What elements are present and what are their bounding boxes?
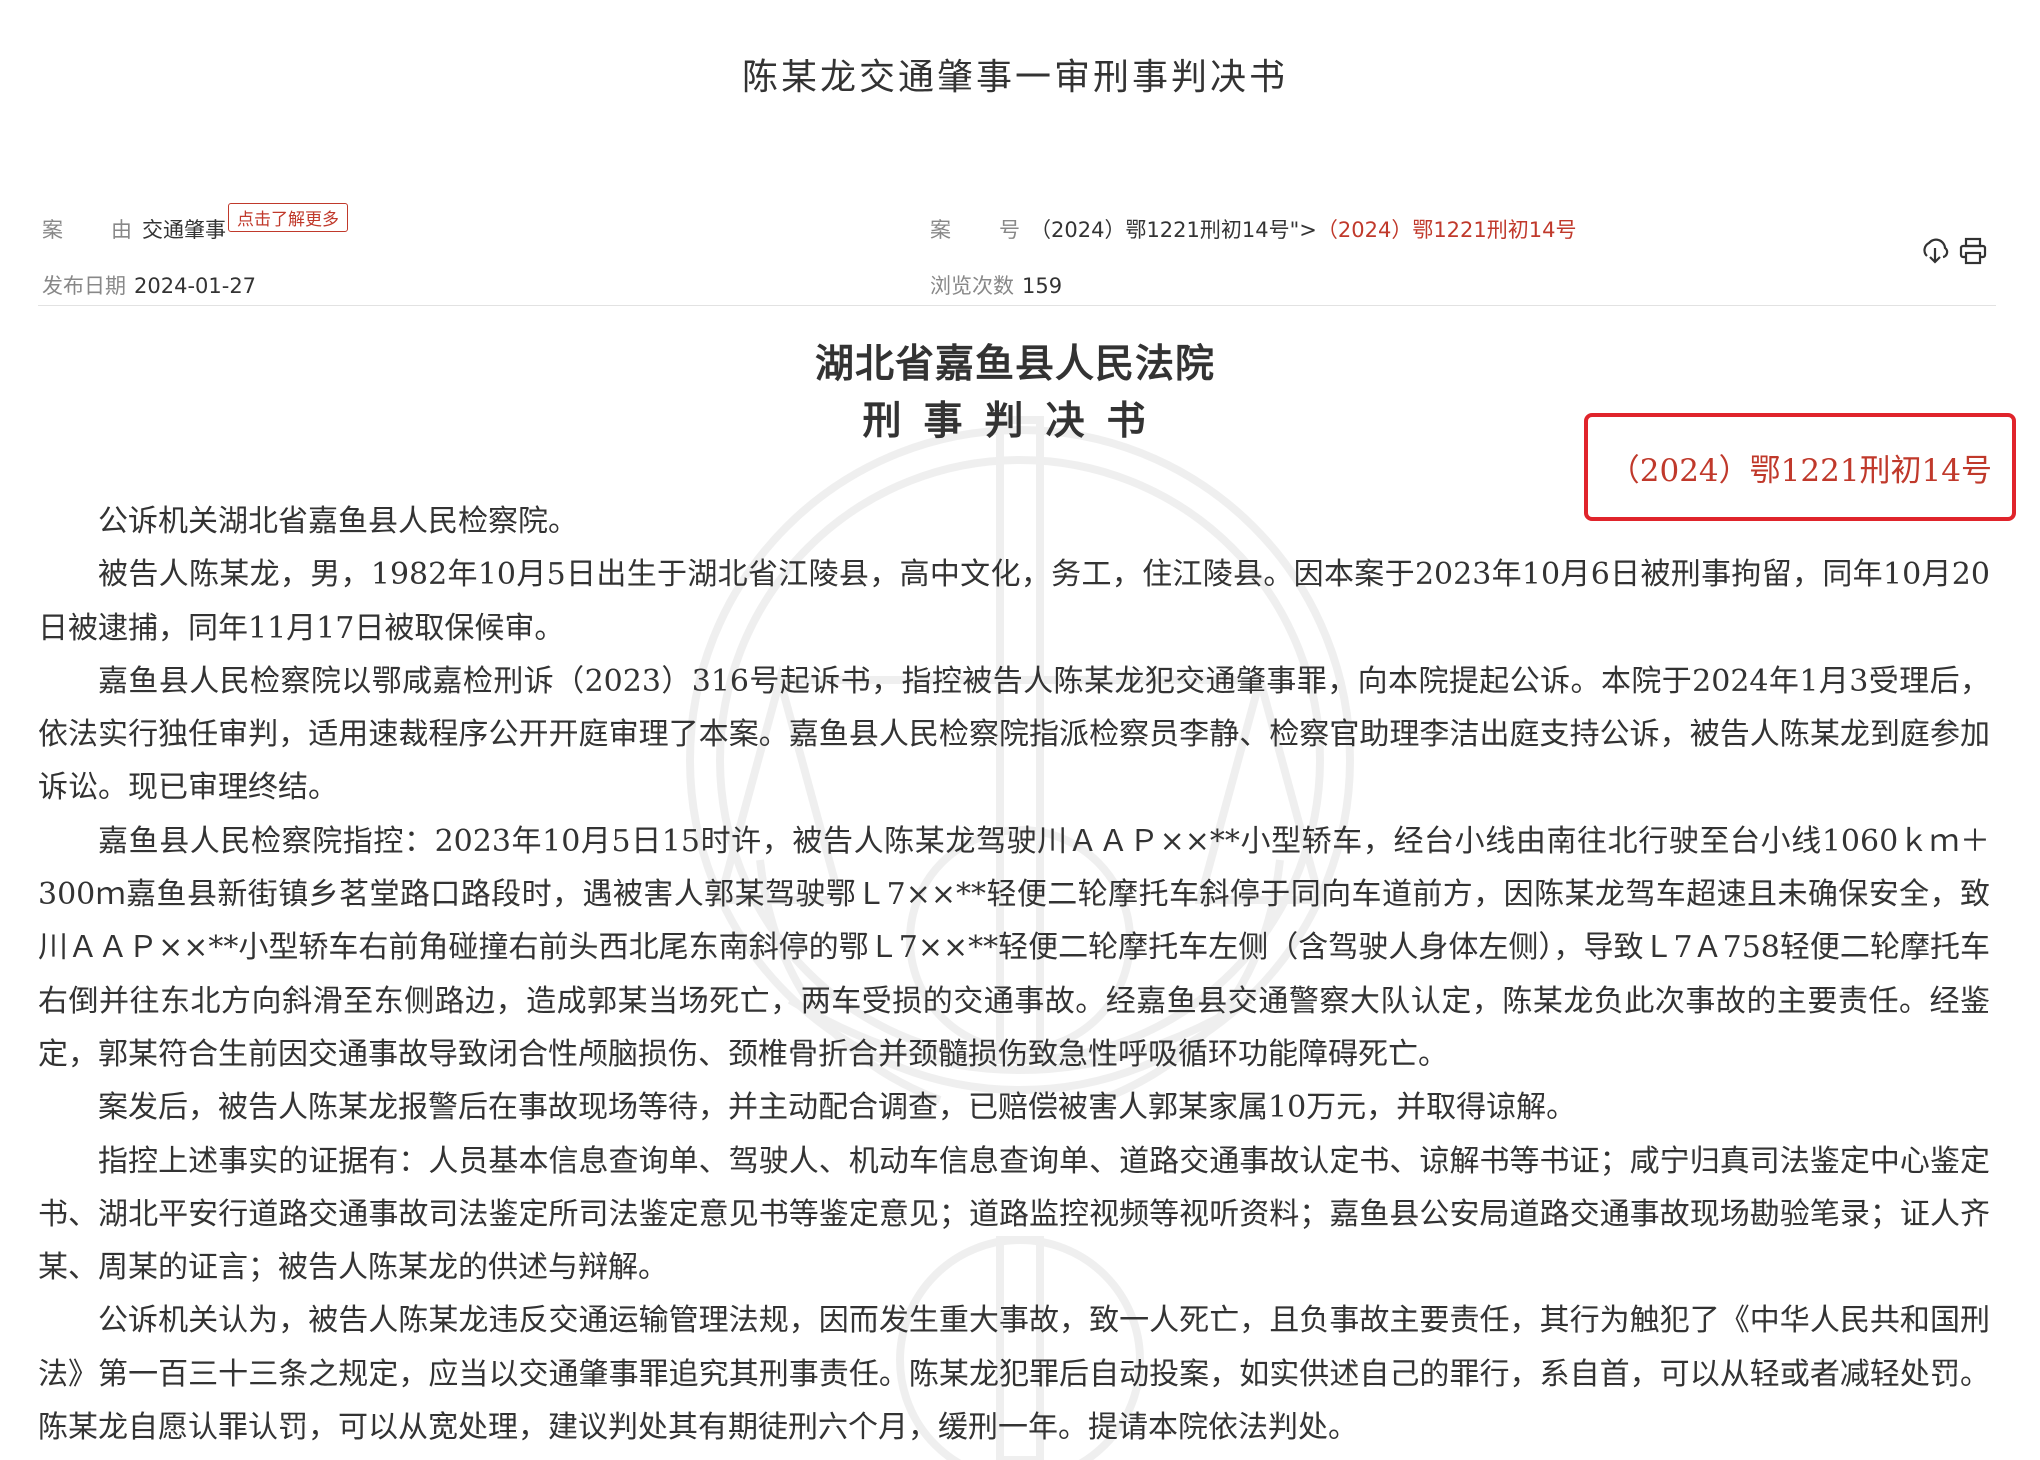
court-name: 湖北省嘉鱼县人民法院 bbox=[814, 342, 1215, 387]
view-count-value: 159 bbox=[1022, 274, 1063, 298]
paragraph: 嘉鱼县人民检察院指控：2023年10月5日15时许，被告人陈某龙驾驶川ＡＡＰ××… bbox=[38, 823, 1990, 1072]
case-cause-label: 案由 bbox=[42, 218, 132, 242]
download-icon[interactable] bbox=[1920, 236, 1950, 270]
print-icon[interactable] bbox=[1958, 236, 1988, 270]
paragraph: 被告人陈某龙，男，1982年10月5日出生于湖北省江陵县，高中文化，务工，住江陵… bbox=[38, 557, 1990, 646]
view-count-label: 浏览次数 bbox=[930, 274, 1014, 298]
paragraph: 案发后，被告人陈某龙报警后在事故现场等待，并主动配合调查，已赔偿被害人郭某家属1… bbox=[98, 1090, 1577, 1126]
case-number-value: （2024）鄂1221刑初14号"> bbox=[1030, 218, 1317, 242]
judgment-body: 公诉机关湖北省嘉鱼县人民检察院。 被告人陈某龙，男，1982年10月5日出生于湖… bbox=[38, 495, 1990, 1454]
document-case-number: （2024）鄂1221刑初14号 bbox=[1608, 453, 1992, 489]
publish-date-value: 2024-01-27 bbox=[134, 274, 257, 298]
case-number-label: 案号 bbox=[930, 218, 1020, 242]
document-tools bbox=[1920, 236, 1988, 270]
page-title: 陈某龙交通肇事一审刑事判决书 bbox=[741, 57, 1288, 98]
case-cause-row: 案由交通肇事 点击了解更多 bbox=[42, 203, 348, 244]
case-number-row: 案号 （2024）鄂1221刑初14号">（2024）鄂1221刑初14号 bbox=[930, 214, 1576, 244]
case-number-link[interactable]: （2024）鄂1221刑初14号 bbox=[1317, 218, 1577, 242]
case-cause-value: 交通肇事 bbox=[142, 218, 226, 242]
paragraph: 公诉机关认为，被告人陈某龙违反交通运输管理法规，因而发生重大事故，致一人死亡，且… bbox=[38, 1303, 1990, 1446]
header-divider bbox=[38, 305, 1996, 306]
view-count-row: 浏览次数 159 bbox=[930, 270, 1062, 300]
learn-more-button[interactable]: 点击了解更多 bbox=[228, 203, 348, 232]
paragraph: 指控上述事实的证据有：人员基本信息查询单、驾驶人、机动车信息查询单、道路交通事故… bbox=[38, 1143, 1990, 1286]
publish-date-label: 发布日期 bbox=[42, 274, 126, 298]
paragraph: 嘉鱼县人民检察院以鄂咸嘉检刑诉（2023）316号起诉书，指控被告人陈某龙犯交通… bbox=[38, 663, 1990, 806]
publish-date-row: 发布日期 2024-01-27 bbox=[42, 270, 256, 300]
paragraph: 公诉机关湖北省嘉鱼县人民检察院。 bbox=[98, 504, 578, 539]
